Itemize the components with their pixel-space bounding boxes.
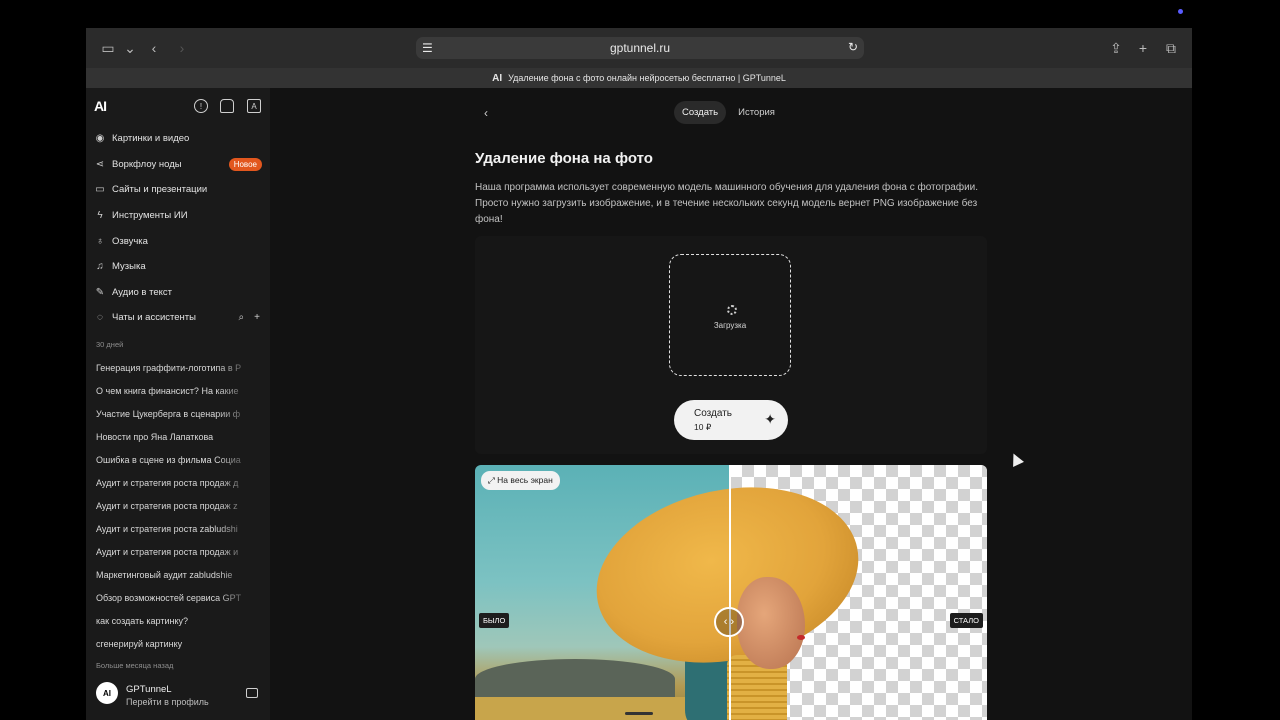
status-dot [1178,9,1183,14]
create-button[interactable]: Создать 10 ₽ ✦ [674,400,788,440]
history-item[interactable]: Новости про Яна Лапаткова [96,425,256,448]
expand-icon: ⤢ [488,475,498,485]
chat-history: Генерация граффити-логотипа в Р О чем кн… [96,356,256,655]
back-chevron-icon[interactable]: ‹ [484,106,488,120]
nav-item-music[interactable]: ♫ Музыка [94,254,264,280]
address-bar[interactable]: ☰ gptunnel.ru ↻ [416,37,864,59]
nav-item-ai-tools[interactable]: ϟ Инструменты ИИ [94,203,264,229]
after-label: СТАЛО [949,613,983,628]
tabs-overview-icon[interactable]: ⧉ [1161,38,1181,58]
history-item[interactable]: О чем книга финансист? На какие [96,379,256,402]
profile-name: GPTunneL [126,684,172,695]
history-item[interactable]: Обзор возможностей сервиса GPT [96,586,256,609]
nav-item-audio-to-text[interactable]: ✎ Аудио в текст [94,280,264,306]
nav-item-chats[interactable]: ◌ Чаты и ассистенты ⌕ + [94,305,264,331]
image-icon: ◉ [95,133,105,145]
nav-item-images[interactable]: ◉ Картинки и видео [94,126,264,152]
sidebar: AI ! A ◉ Картинки и видео ⋖ Воркфлоу ноды Н… [86,88,270,720]
history-item[interactable]: Аудит и стратегия роста zabludshi [96,517,256,540]
plus-icon[interactable]: + [254,312,260,323]
history-item[interactable]: Аудит и стратегия роста продаж z [96,494,256,517]
history-item[interactable]: сгенерируй картинку [96,632,256,655]
reload-icon[interactable]: ↻ [848,40,858,54]
lightning-icon: ϟ [97,210,103,222]
briefcase-icon[interactable] [246,688,258,698]
nav-item-sites[interactable]: ▭ Сайты и презентации [94,177,264,203]
browser-toolbar: ▭ ⌄ ‹ › ☰ gptunnel.ru ↻ ⇪ + ⧉ [86,28,1192,68]
back-arrow-icon[interactable]: ‹ [144,38,164,58]
new-badge: Новое [228,157,262,171]
history-item[interactable]: Участие Цукерберга в сценарии ф [96,402,256,425]
upload-panel: Загрузка Создать 10 ₽ ✦ [475,236,987,454]
nav-item-workflow[interactable]: ⋖ Воркфлоу ноды Новое [94,152,264,178]
forward-arrow-icon[interactable]: › [172,38,192,58]
logo[interactable]: AI [94,98,107,114]
music-icon: ♫ [96,261,104,273]
before-after-compare[interactable]: ‹ › ⤢ На весь экран БЫЛО СТАЛО [475,465,987,720]
woman-face [737,577,805,669]
monitor-icon: ▭ [95,184,105,196]
page-settings-icon[interactable]: ☰ [422,41,433,55]
history-item[interactable]: как создать картинку? [96,609,256,632]
magic-wand-icon: ✦ [764,411,776,427]
main-content: ‹ Создать История Удаление фона на фото … [270,88,1192,720]
history-item[interactable]: Аудит и стратегия роста продаж и [96,540,256,563]
create-price: 10 ₽ [694,422,712,432]
sidebar-toggle-icon[interactable]: ▭ [98,38,118,58]
before-label: БЫЛО [479,613,510,628]
tab-title: Удаление фона с фото онлайн нейросетью б… [508,73,786,83]
bell-icon[interactable] [220,99,234,113]
avatar: AI [96,682,118,704]
mountain [475,659,675,699]
browser-window: ▭ ⌄ ‹ › ☰ gptunnel.ru ↻ ⇪ + ⧉ AI Удалени… [86,28,1192,720]
section-30-days: 30 дней [96,340,124,349]
mode-tabs: Создать История [674,101,783,124]
search-icon[interactable]: ⌕ [239,312,245,323]
section-older: Больше месяца назад [96,661,174,670]
url-text: gptunnel.ru [609,41,671,55]
tab-create[interactable]: Создать [674,101,727,124]
fullscreen-button[interactable]: ⤢ На весь экран [481,471,560,490]
upload-label: Загрузка [713,321,747,330]
main-nav: ◉ Картинки и видео ⋖ Воркфлоу ноды Новое ▭ С… [94,126,264,331]
chat-icon: ◌ [97,312,103,324]
history-item[interactable]: Аудит и стратегия роста продаж д [96,471,256,494]
share-icon: ⋖ [95,158,105,170]
compare-handle[interactable]: ‹ › [714,607,744,637]
pen-icon: ✎ [95,286,105,298]
history-item[interactable]: Ошибка в сцене из фильма Социа [96,448,256,471]
new-tab-icon[interactable]: + [1133,38,1153,58]
chevron-down-icon[interactable]: ⌄ [120,38,140,58]
profile-link-text: Перейти в профиль [126,697,209,707]
info-icon[interactable]: ! [194,99,208,113]
compare-divider[interactable] [729,465,731,720]
upload-dropzone[interactable]: Загрузка [669,254,791,376]
share-icon[interactable]: ⇪ [1106,38,1126,58]
page-title: Удаление фона на фото [475,150,653,167]
mouse-cursor-icon [1008,451,1024,467]
tab-bar[interactable]: AI Удаление фона с фото онлайн нейросеть… [86,68,1192,88]
mic-icon: ♁ [96,235,104,247]
create-label: Создать [694,408,733,419]
history-item[interactable]: Генерация граффити-логотипа в Р [96,356,256,379]
nav-item-voiceover[interactable]: ♁ Озвучка [94,228,264,254]
translate-icon[interactable]: A [247,99,261,113]
history-item[interactable]: Маркетинговый аудит zabludshie [96,563,256,586]
profile-link[interactable]: AI GPTunneL Перейти в профиль [94,676,264,720]
tab-history[interactable]: История [730,101,783,124]
scroll-indicator [625,712,653,715]
loading-spinner-icon [727,305,737,315]
page-description: Наша программа использует современную мо… [475,182,979,225]
woman-lips [797,635,805,640]
tab-logo: AI [492,72,503,84]
